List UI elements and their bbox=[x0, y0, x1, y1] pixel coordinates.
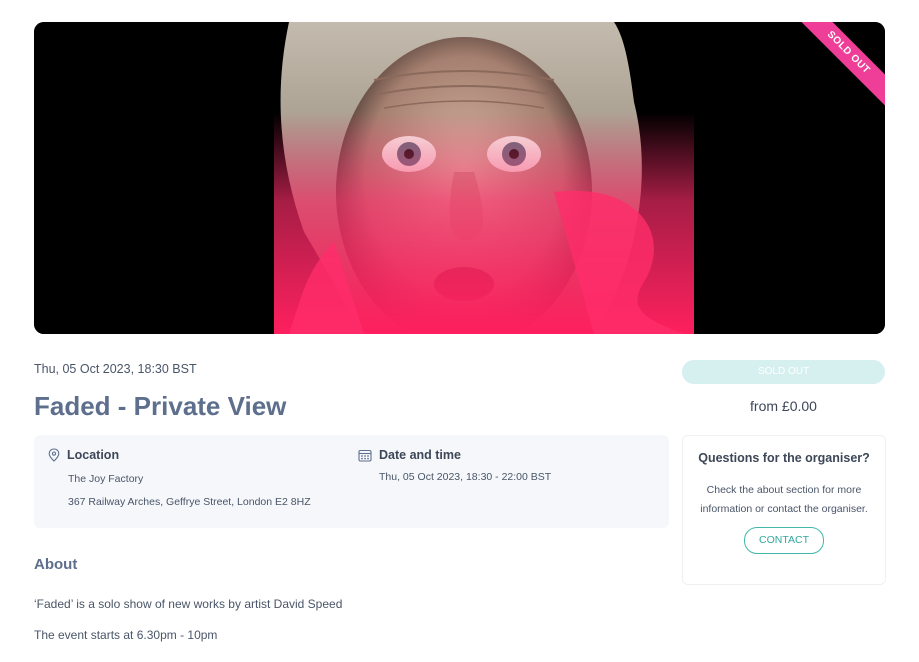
contact-button[interactable]: CONTACT bbox=[744, 527, 824, 554]
location-heading: Location bbox=[67, 448, 120, 462]
event-date: Thu, 05 Oct 2023, 18:30 BST bbox=[34, 362, 197, 376]
about-heading: About bbox=[34, 556, 78, 573]
datetime-heading: Date and time bbox=[379, 448, 461, 462]
calendar-icon bbox=[358, 449, 372, 462]
organiser-card: Questions for the organiser? Check the a… bbox=[682, 435, 886, 585]
sold-out-ribbon: SOLD OUT bbox=[785, 22, 885, 122]
sold-out-button[interactable]: SOLD OUT bbox=[682, 360, 885, 384]
venue-address: 367 Railway Arches, Geffrye Street, Lond… bbox=[68, 496, 311, 508]
about-paragraph: ‘Faded’ is a solo show of new works by a… bbox=[34, 597, 343, 611]
map-pin-icon bbox=[48, 448, 60, 462]
datetime-value: Thu, 05 Oct 2023, 18:30 - 22:00 BST bbox=[379, 471, 552, 483]
organiser-card-text: Check the about section for more informa… bbox=[700, 484, 868, 515]
organiser-card-title: Questions for the organiser? bbox=[698, 451, 870, 465]
event-title: Faded - Private View bbox=[34, 391, 287, 421]
about-paragraph: The event starts at 6.30pm - 10pm bbox=[34, 628, 218, 642]
venue-name: The Joy Factory bbox=[68, 473, 144, 485]
event-info-box: Location The Joy Factory 367 Railway Arc… bbox=[34, 435, 669, 528]
sold-out-badge: SOLD OUT bbox=[787, 22, 885, 114]
hero-artwork bbox=[34, 22, 885, 334]
event-hero-image: SOLD OUT bbox=[34, 22, 885, 334]
ticket-price: from £0.00 bbox=[750, 398, 817, 414]
location-section: Location The Joy Factory 367 Railway Arc… bbox=[48, 448, 311, 508]
datetime-section: Date and time Thu, 05 Oct 2023, 18:30 - … bbox=[358, 448, 551, 483]
